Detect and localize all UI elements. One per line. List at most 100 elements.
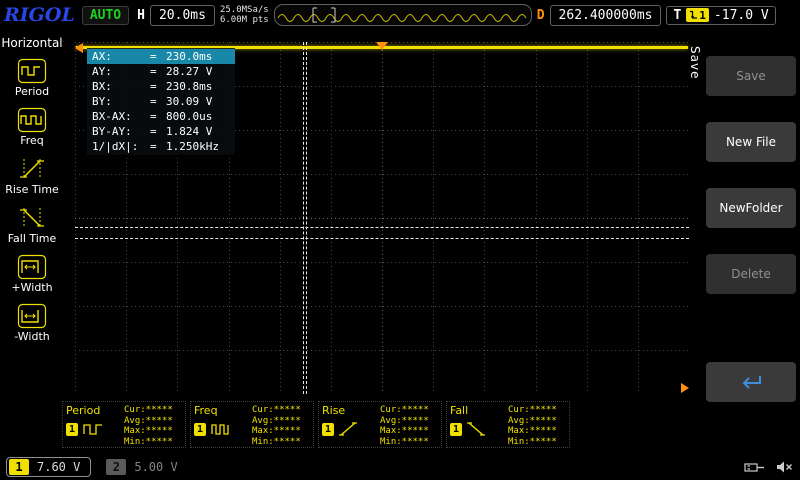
equals-sign: = xyxy=(150,65,166,78)
stat-cur: Cur:***** xyxy=(380,405,429,416)
equals-sign: = xyxy=(150,140,166,153)
new-folder-button[interactable]: NewFolder xyxy=(706,188,796,228)
cursor-ax-line[interactable] xyxy=(303,42,304,394)
measurement-name: Fall xyxy=(450,404,508,417)
offscreen-marker-top-left xyxy=(75,43,83,53)
sidebar-item-minus-width[interactable]: -Width xyxy=(0,303,64,343)
sidebar-item-plus-width[interactable]: +Width xyxy=(0,254,64,294)
freq-icon xyxy=(210,421,232,437)
fall-icon xyxy=(466,421,488,437)
save-button[interactable]: Save xyxy=(706,56,796,96)
measurement-panel-fall[interactable]: Fall 1 Cur:***** Avg:***** Max:***** Min… xyxy=(446,401,570,448)
rise-icon xyxy=(338,421,360,437)
status-icons xyxy=(744,460,794,474)
equals-sign: = xyxy=(150,95,166,108)
trigger-position-marker[interactable] xyxy=(376,42,388,50)
cursor-value: 1.824 V xyxy=(166,125,230,138)
delay-label: D xyxy=(537,8,545,23)
stat-avg: Avg:***** xyxy=(252,416,301,427)
sidebar-item-label: -Width xyxy=(14,330,49,343)
sidebar-item-label: +Width xyxy=(11,281,52,294)
cursor-row-inv-dx: 1/|dX|: = 1.250kHz xyxy=(87,139,235,154)
delete-button[interactable]: Delete xyxy=(706,254,796,294)
trigger-source-badge: 1 xyxy=(686,8,709,22)
stat-min: Min:***** xyxy=(508,437,557,448)
cursor-value: 230.8ms xyxy=(166,80,230,93)
cursor-label: BY-AY: xyxy=(92,125,150,138)
cursor-value: 1.250kHz xyxy=(166,140,230,153)
sidebar-item-rise-time[interactable]: Rise Time xyxy=(0,156,64,196)
horizontal-measure-sidebar: Horizontal Period Freq Rise Time Fall Ti… xyxy=(0,30,64,426)
stat-max: Max:***** xyxy=(124,426,173,437)
timebase-readout[interactable]: 20.0ms xyxy=(150,5,215,26)
equals-sign: = xyxy=(150,80,166,93)
cursor-label: AY: xyxy=(92,65,150,78)
freq-icon xyxy=(17,107,47,133)
sidebar-item-period[interactable]: Period xyxy=(0,58,64,98)
measurement-stats: Cur:***** Avg:***** Max:***** Min:***** xyxy=(508,404,557,445)
cursor-label: AX: xyxy=(92,50,150,63)
measurement-panel-rise[interactable]: Rise 1 Cur:***** Avg:***** Max:***** Min… xyxy=(318,401,442,448)
plus-width-icon xyxy=(17,254,47,280)
trigger-level-value: -17.0 V xyxy=(714,8,769,23)
waveform-preview[interactable] xyxy=(274,4,532,26)
stat-cur: Cur:***** xyxy=(124,405,173,416)
menu-buttons: Save New File NewFolder Delete xyxy=(706,56,796,428)
measurement-name: Period xyxy=(66,404,124,417)
channel-1-status[interactable]: 1 7.60 V xyxy=(6,457,91,477)
cursor-bx-line[interactable] xyxy=(306,42,307,394)
channel-2-scale: 5.00 V xyxy=(134,460,177,474)
measurement-panel-period[interactable]: Period 1 Cur:***** Avg:***** Max:***** M… xyxy=(62,401,186,448)
menu-title: Save xyxy=(688,46,702,79)
stat-min: Min:***** xyxy=(252,437,301,448)
stat-max: Max:***** xyxy=(508,426,557,437)
return-arrow-icon xyxy=(738,373,764,391)
cursor-row-ay: AY: = 28.27 V xyxy=(87,64,235,79)
stat-avg: Avg:***** xyxy=(124,416,173,427)
equals-sign: = xyxy=(150,50,166,63)
sidebar-item-label: Rise Time xyxy=(5,183,59,196)
sidebar-title: Horizontal xyxy=(0,36,64,50)
brand-logo: RIGOL xyxy=(4,4,75,26)
top-bar: RIGOL AUTO H 20.0ms 25.0MSa/s 6.00M pts … xyxy=(0,0,800,30)
cursor-row-bx-ax: BX-AX: = 800.0us xyxy=(87,109,235,124)
channel-2-badge: 2 xyxy=(106,459,126,475)
stat-max: Max:***** xyxy=(252,426,301,437)
channel-badge: 1 xyxy=(322,423,334,436)
display-grid: AX: = 230.0ms AY: = 28.27 V BX: = 230.8m… xyxy=(75,42,689,394)
channel-2-status[interactable]: 2 5.00 V xyxy=(103,457,188,477)
stat-avg: Avg:***** xyxy=(380,416,429,427)
beeper-off-icon xyxy=(776,460,794,474)
sidebar-item-freq[interactable]: Freq xyxy=(0,107,64,147)
stat-cur: Cur:***** xyxy=(252,405,301,416)
measurement-name: Rise xyxy=(322,404,380,417)
new-file-button[interactable]: New File xyxy=(706,122,796,162)
sidebar-item-label: Freq xyxy=(20,134,44,147)
trigger-label: T xyxy=(673,8,681,23)
rise-time-icon xyxy=(17,156,47,182)
usb-icon xyxy=(744,460,766,474)
channel-badge: 1 xyxy=(194,423,206,436)
cursor-by-line[interactable] xyxy=(75,227,689,228)
cursor-ay-line[interactable] xyxy=(75,238,689,239)
period-icon xyxy=(82,421,104,437)
channel-badge: 1 xyxy=(450,423,462,436)
cursor-label: BX-AX: xyxy=(92,110,150,123)
cursor-readout-panel: AX: = 230.0ms AY: = 28.27 V BX: = 230.8m… xyxy=(87,48,235,155)
measurement-panel-freq[interactable]: Freq 1 Cur:***** Avg:***** Max:***** Min… xyxy=(190,401,314,448)
cursor-row-by: BY: = 30.09 V xyxy=(87,94,235,109)
channel-badge: 1 xyxy=(66,423,78,436)
back-button[interactable] xyxy=(706,362,796,402)
equals-sign: = xyxy=(150,110,166,123)
run-status-badge: AUTO xyxy=(82,6,129,25)
measurement-stats: Cur:***** Avg:***** Max:***** Min:***** xyxy=(124,404,173,445)
horizontal-offset-readout[interactable]: 262.400000ms xyxy=(550,5,662,26)
sidebar-item-fall-time[interactable]: Fall Time xyxy=(0,205,64,245)
stat-cur: Cur:***** xyxy=(508,405,557,416)
horizontal-label: H xyxy=(137,8,145,23)
sample-rate: 25.0MSa/s xyxy=(220,5,269,15)
trigger-source-number: 1 xyxy=(699,9,706,22)
measurement-stats: Cur:***** Avg:***** Max:***** Min:***** xyxy=(380,404,429,445)
trigger-info-box[interactable]: T 1 -17.0 V xyxy=(666,6,775,25)
cursor-label: BY: xyxy=(92,95,150,108)
